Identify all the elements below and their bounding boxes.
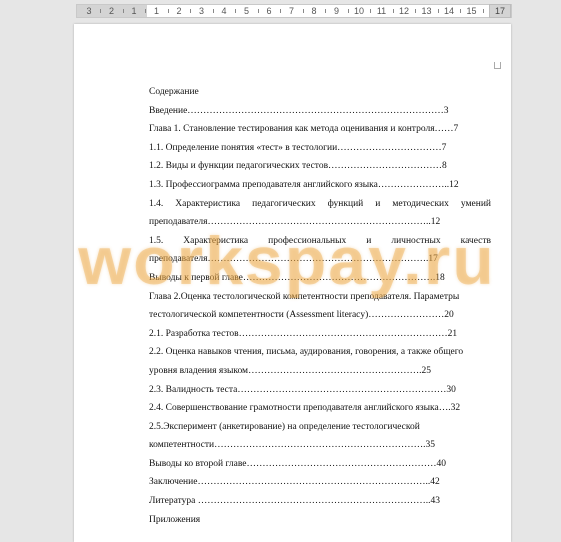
- toc-entry: Приложения: [149, 514, 201, 525]
- ruler-number: 7: [288, 6, 295, 16]
- ruler-tick: [100, 9, 102, 13]
- toc-entry: 2.4. Совершенствование грамотности препо…: [149, 403, 461, 414]
- toc-entry: 1.4. Характеристика педагогических функц…: [149, 198, 491, 209]
- ruler-end-marker[interactable]: 17: [489, 4, 511, 18]
- ruler-tick: [437, 9, 439, 13]
- toc-entry: Выводы ко второй главе…………………………………………………: [149, 458, 446, 469]
- margin-corner-top-right: [494, 62, 501, 69]
- ruler-number: 10: [353, 6, 365, 16]
- ruler-number: 2: [108, 6, 115, 16]
- ruler-number: 12: [398, 6, 410, 16]
- horizontal-ruler[interactable]: 32112345678910111213141516 17: [0, 0, 561, 22]
- ruler-tick: [370, 9, 372, 13]
- toc-entry: Глава 1. Становление тестирования как ме…: [149, 124, 459, 135]
- toc-entry: 2.5.Эксперимент (анкетирование) на опред…: [149, 421, 420, 432]
- toc-entry: преподавателя…………………………………………………………….17: [149, 254, 438, 265]
- toc-entry: 1.5. Характеристика профессиональных и л…: [149, 235, 491, 246]
- ruler-number: 2: [176, 6, 182, 16]
- ruler-number: 11: [376, 6, 387, 16]
- ruler-number: 6: [266, 6, 272, 16]
- ruler-number: 1: [153, 6, 160, 16]
- ruler-tick: [190, 9, 192, 13]
- ruler-number: 1: [131, 6, 137, 16]
- toc-entry: 1.1. Определение понятия «тест» в тестол…: [149, 142, 447, 153]
- ruler-tick: [280, 9, 282, 13]
- table-of-contents[interactable]: Содержание Введение…………………………………………………………: [149, 83, 491, 529]
- ruler-tick: [325, 9, 327, 13]
- toc-heading: Содержание: [149, 87, 199, 97]
- ruler-tick: [302, 9, 304, 13]
- ruler-tick: [167, 9, 169, 13]
- ruler-number: 9: [333, 6, 340, 16]
- ruler-number: 4: [221, 6, 227, 16]
- ruler-tick: [482, 9, 484, 13]
- ruler-number: 3: [86, 6, 92, 16]
- ruler-tick: [347, 9, 349, 13]
- ruler-number: 8: [311, 6, 317, 16]
- toc-entry: преподавателя……………………………………………………………..12: [149, 217, 441, 228]
- ruler-tick: [257, 9, 259, 13]
- ruler-number: 13: [421, 6, 432, 16]
- ruler-tick: [415, 9, 417, 13]
- ruler-tick: [212, 9, 214, 13]
- toc-entry: 2.1. Разработка тестов…………………………………………………: [149, 328, 458, 339]
- ruler-tick: [460, 9, 462, 13]
- ruler-tick: [145, 9, 147, 13]
- toc-entry: тестологической компетентности (Assessme…: [149, 310, 454, 321]
- toc-entry: 1.3. Профессиограмма преподавателя англи…: [149, 179, 459, 190]
- toc-entry: 2.3. Валидность теста……………………………………………………: [149, 384, 456, 395]
- toc-entry: 1.2. Виды и функции педагогических тесто…: [149, 161, 447, 172]
- ruler-track[interactable]: 32112345678910111213141516: [76, 4, 512, 18]
- toc-entry: Литература ………………………………………………………………..43: [149, 496, 440, 507]
- ruler-tick: [392, 9, 394, 13]
- toc-entry: уровня владения языком…………………………………………………: [149, 365, 431, 376]
- ruler-tick: [235, 9, 237, 13]
- toc-entry: Выводы к первой главе……………………………………………………: [149, 272, 445, 283]
- ruler-number: 15: [466, 6, 477, 16]
- ruler-number: 14: [443, 6, 455, 16]
- toc-entry: компетентности………………………………………………………….35: [149, 440, 436, 451]
- toc-entry: Глава 2.Оценка тестологической компетент…: [149, 291, 460, 302]
- toc-entry: Заключение………………………………………………………………..42: [149, 477, 440, 488]
- document-page[interactable]: Содержание Введение…………………………………………………………: [74, 24, 511, 542]
- ruler-number: 3: [198, 6, 205, 16]
- toc-entry: Введение………………………………………………………………………3: [149, 105, 449, 116]
- ruler-tick: [122, 9, 124, 13]
- ruler-number: 5: [243, 6, 250, 16]
- toc-entry: 2.2. Оценка навыков чтения, письма, ауди…: [149, 347, 464, 358]
